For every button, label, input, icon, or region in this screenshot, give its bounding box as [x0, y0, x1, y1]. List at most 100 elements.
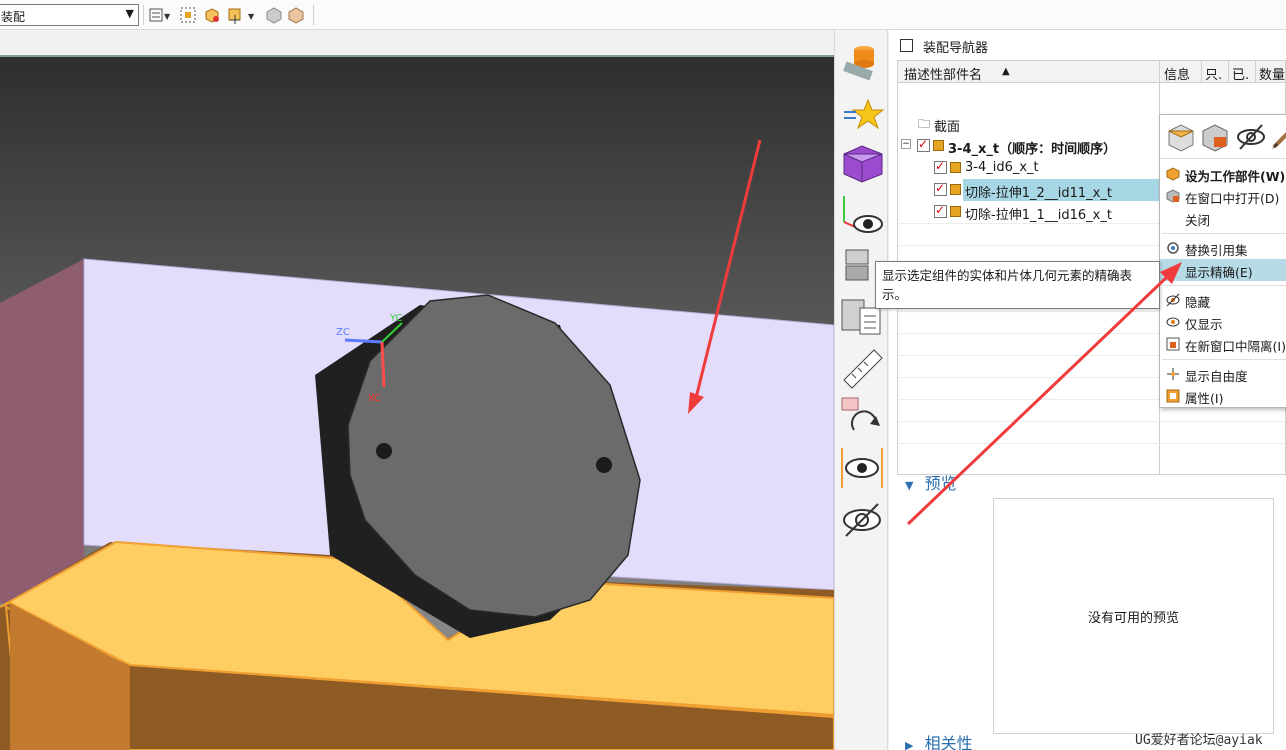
- menu-item-replace-reference-set[interactable]: 替换引用集: [1160, 237, 1286, 259]
- snap-icon[interactable]: ▼: [226, 5, 258, 25]
- menu-item-hide[interactable]: 隐藏: [1160, 289, 1286, 311]
- row-divider: [898, 443, 1285, 444]
- sort-ascending-icon[interactable]: ▲: [1002, 66, 1010, 77]
- graphics-window[interactable]: ZC YC XC: [0, 55, 834, 750]
- menu-item-isolate-new-window[interactable]: 在新窗口中隔离(I): [1160, 333, 1286, 355]
- resource-bar: [834, 30, 888, 750]
- top-toolbar: 装配 ▼ ▼ ▼: [0, 0, 1286, 30]
- xc-axis: [380, 341, 386, 388]
- menu-item-properties[interactable]: 属性(I): [1160, 385, 1286, 407]
- expand-triangle-icon: ▼: [905, 479, 914, 492]
- menu-item-make-work-part[interactable]: 设为工作部件(W): [1160, 163, 1286, 185]
- assembly-icon: [933, 140, 944, 151]
- column-info[interactable]: 信息: [1164, 64, 1190, 83]
- row-divider: [898, 421, 1285, 422]
- menu-item-label: 设为工作部件(W): [1185, 169, 1286, 184]
- hole-left: [376, 443, 392, 459]
- edit-pencil-icon[interactable]: [1270, 123, 1286, 155]
- menu-item-show-exact[interactable]: ◆ 显示精确(E): [1160, 259, 1286, 281]
- replace-refset-icon: [1166, 241, 1180, 255]
- column-count[interactable]: 数量: [1259, 64, 1285, 83]
- menu-item-show-dof[interactable]: 显示自由度: [1160, 363, 1286, 385]
- filter-icon[interactable]: ▼: [148, 5, 174, 25]
- hide-eye-icon[interactable]: [1236, 123, 1266, 155]
- menu-item-label: 属性(I): [1185, 391, 1224, 406]
- toolbar-divider: [313, 5, 314, 25]
- menu-divider: [1162, 359, 1286, 360]
- column-part-name[interactable]: 描述性部件名: [904, 64, 982, 83]
- isolate-icon: [1166, 337, 1180, 351]
- ruler-icon[interactable]: [838, 344, 886, 390]
- diamond-icon: ◆: [1168, 263, 1178, 277]
- show-only-icon: [1166, 315, 1180, 329]
- menu-item-label: 在窗口中打开(D): [1185, 191, 1280, 206]
- menu-item-show-only[interactable]: 仅显示: [1160, 311, 1286, 333]
- tree-row-label: 切除-拉伸1_1__id16_x_t: [965, 208, 1112, 223]
- relations-title: 相关性: [924, 734, 973, 750]
- tree-row-label: 3-4_id6_x_t: [965, 160, 1039, 175]
- select-body-icon[interactable]: [178, 5, 198, 25]
- assembly-cube-icon[interactable]: [838, 140, 886, 186]
- column-divider: [1228, 61, 1229, 83]
- collapse-icon[interactable]: −: [901, 139, 911, 149]
- zc-axis: [344, 338, 383, 344]
- hole-right: [596, 457, 612, 473]
- make-work-part-icon[interactable]: [1166, 121, 1196, 157]
- make-displayed-part-icon[interactable]: [1200, 121, 1230, 157]
- component-icon: [950, 184, 961, 195]
- shade-alt-icon[interactable]: [286, 5, 306, 25]
- shade-icon[interactable]: [264, 5, 284, 25]
- menu-divider: [1162, 285, 1286, 286]
- column-header-row: 描述性部件名 ▲ 信息 只. 已. 数量: [898, 61, 1285, 83]
- column-divider: [1255, 61, 1256, 83]
- preview-panel: 没有可用的预览: [993, 498, 1274, 734]
- navigator-header: 装配导航器: [889, 30, 1286, 60]
- properties-icon: [1166, 389, 1180, 403]
- eye-show-icon[interactable]: [838, 444, 886, 490]
- select-component-icon[interactable]: [202, 5, 222, 25]
- favorites-icon[interactable]: [838, 88, 886, 134]
- database-icon[interactable]: [838, 38, 886, 84]
- preview-title: 预览: [924, 474, 957, 493]
- menu-item-open-in-window[interactable]: 在窗口中打开(D): [1160, 185, 1286, 207]
- rotate-view-icon[interactable]: [838, 394, 886, 440]
- menu-item-label: 替换引用集: [1185, 243, 1248, 258]
- toolbar-divider: [143, 5, 144, 25]
- tooltip: 显示选定组件的实体和片体几何元素的精确表示。: [875, 261, 1160, 309]
- preview-section-header[interactable]: ▼ 预览: [905, 470, 957, 494]
- visibility-checkbox[interactable]: [934, 181, 947, 196]
- column-readonly[interactable]: 只.: [1205, 64, 1222, 83]
- show-eye-axes-icon[interactable]: [838, 192, 886, 238]
- svg-text:▼: ▼: [164, 12, 171, 21]
- menu-item-label: 关闭: [1185, 213, 1211, 228]
- visibility-checkbox[interactable]: [934, 203, 947, 218]
- menu-item-close[interactable]: 关闭: [1160, 207, 1286, 229]
- menu-item-label: 在新窗口中隔离(I): [1185, 339, 1286, 354]
- navigator-title: 装配导航器: [923, 41, 989, 56]
- type-filter-select[interactable]: 装配 ▼: [0, 4, 139, 26]
- yc-label: YC: [389, 313, 403, 324]
- type-filter-value: 装配: [1, 10, 26, 24]
- tree-row-label: 截面: [934, 120, 961, 135]
- open-window-icon: [1166, 189, 1180, 203]
- watermark: UG爱好者论坛@ayiak: [1135, 733, 1263, 748]
- collapse-triangle-icon: ▶: [905, 739, 914, 750]
- eye-hide-icon[interactable]: [838, 496, 886, 542]
- menu-item-label: 显示自由度: [1185, 369, 1248, 384]
- tree-row-label: 切除-拉伸1_2__id11_x_t: [965, 186, 1112, 201]
- column-loaded[interactable]: 已.: [1232, 64, 1249, 83]
- menu-divider: [1162, 233, 1286, 234]
- block-side-face: [0, 259, 84, 603]
- menu-item-label: 仅显示: [1185, 317, 1223, 332]
- svg-text:▼: ▼: [248, 12, 255, 21]
- visibility-checkbox[interactable]: [934, 159, 947, 174]
- context-icon-bar: [1160, 115, 1286, 159]
- column-divider: [1159, 61, 1160, 83]
- context-menu: 设为工作部件(W) 在窗口中打开(D) 关闭 替换引用集 ◆ 显示精确(E) 隐…: [1159, 114, 1286, 408]
- xc-label: XC: [368, 393, 381, 404]
- column-divider: [1201, 61, 1202, 83]
- navigator-pin-checkbox[interactable]: [900, 39, 913, 52]
- zc-label: ZC: [336, 327, 350, 338]
- visibility-checkbox[interactable]: [917, 137, 930, 152]
- relations-section-header[interactable]: ▶ 相关性: [905, 730, 973, 750]
